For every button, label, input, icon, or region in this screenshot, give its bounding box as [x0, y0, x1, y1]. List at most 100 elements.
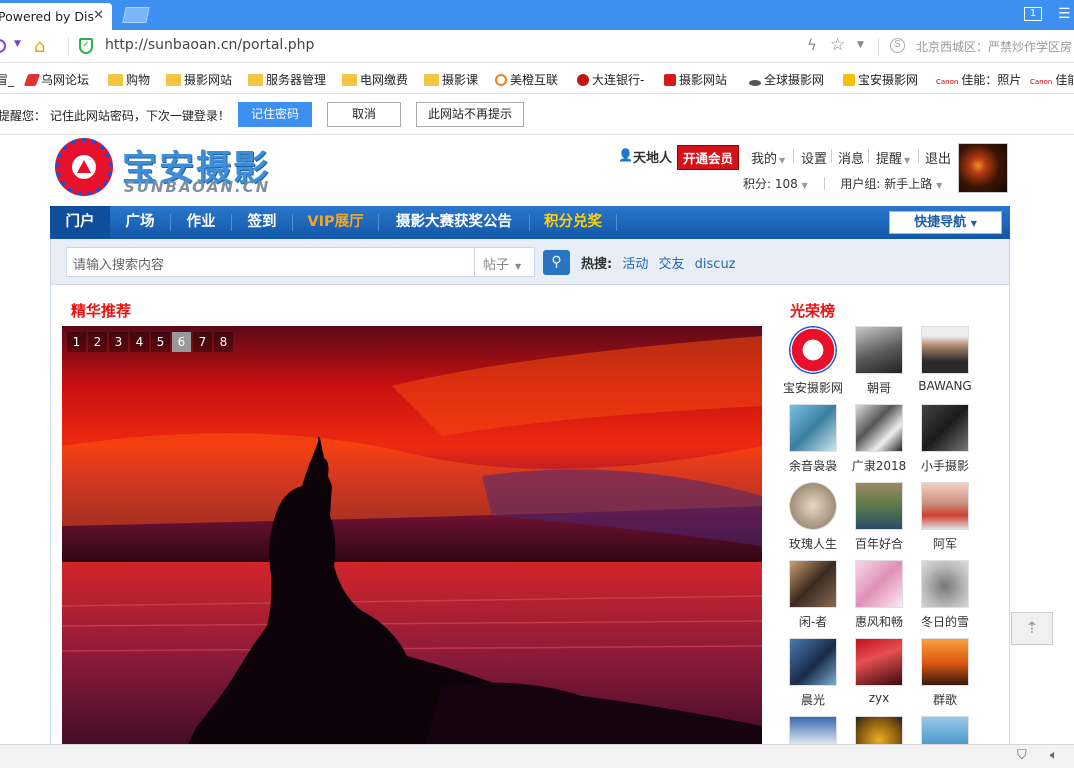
content-area: 精华推荐 1 2 3 4 5 6 7 8 光荣榜 宝安摄影网 朝哥 BAWANG…	[50, 285, 1010, 744]
nav-homework[interactable]: 作业	[171, 206, 231, 239]
search-button[interactable]: ⚲	[543, 250, 570, 275]
honor-member[interactable]	[846, 716, 912, 744]
hot-link[interactable]: 活动	[622, 257, 648, 272]
nav-portal[interactable]: 门户	[50, 206, 110, 239]
bookmark-item[interactable]: 摄影课	[424, 71, 478, 88]
honor-member[interactable]: 闲-者	[780, 560, 846, 630]
vip-button[interactable]: 开通会员	[677, 145, 740, 170]
honor-member[interactable]: 玫瑰人生	[780, 482, 846, 552]
window-count-icon[interactable]: 1	[1024, 7, 1042, 21]
menu-notifications[interactable]: 提醒 ▼	[876, 148, 910, 167]
member-avatar	[921, 560, 969, 608]
new-tab-button[interactable]	[122, 7, 150, 23]
cancel-button[interactable]: 取消	[327, 102, 401, 127]
bookmark-item[interactable]: 宝安摄影网	[843, 71, 918, 88]
search-type-select[interactable]: 帖子 ▼	[474, 247, 535, 277]
bookmark-item[interactable]: Canon佳能	[1030, 71, 1074, 88]
shield-icon[interactable]: ⛉	[1017, 748, 1027, 763]
member-avatar	[921, 326, 969, 374]
bookmark-item[interactable]: 摄影网站	[664, 71, 727, 88]
nav-contest-results[interactable]: 摄影大赛获奖公告	[379, 206, 529, 239]
featured-title: 精华推荐	[71, 302, 132, 320]
slide-page-5[interactable]: 5	[151, 332, 170, 352]
points-link[interactable]: 积分: 108	[743, 177, 798, 191]
password-prompt-bar: 提醒您： 记住此网站密码，下次一键登录！ 记住密码 取消 此网站不再提示	[0, 95, 1074, 135]
featured-photo[interactable]	[62, 326, 762, 744]
url-input[interactable]: http://sunbaoan.cn/portal.php	[105, 37, 314, 53]
bookmark-item[interactable]: 购物	[108, 71, 150, 88]
bookmark-item[interactable]: 电网缴费	[342, 71, 408, 88]
canon-icon: Canon	[936, 78, 959, 86]
honor-member[interactable]: zyx	[846, 638, 912, 705]
user-icon: 👤	[618, 148, 633, 162]
bookmark-item[interactable]: 摄影网站	[166, 71, 232, 88]
menu-messages[interactable]: 消息	[838, 148, 864, 167]
featured-slideshow[interactable]: 1 2 3 4 5 6 7 8	[62, 326, 762, 744]
arrow-up-icon: ⇡	[1025, 618, 1039, 637]
speaker-icon[interactable]: 🔈︎	[1050, 748, 1058, 763]
never-prompt-button[interactable]: 此网站不再提示	[416, 102, 524, 127]
bookmark-item[interactable]: 冒_	[0, 71, 14, 88]
nav-vip-gallery[interactable]: VIP展厅	[293, 206, 378, 239]
slide-page-8[interactable]: 8	[214, 332, 233, 352]
menu-icon[interactable]: ☰	[1058, 6, 1071, 22]
back-to-top-button[interactable]: ⇡	[1011, 612, 1053, 645]
star-icon[interactable]: ☆	[830, 35, 845, 55]
honor-member[interactable]: 朝哥	[846, 326, 912, 396]
menu-logout[interactable]: 退出	[925, 148, 951, 167]
orange-icon	[495, 74, 507, 86]
slide-page-3[interactable]: 3	[109, 332, 128, 352]
menu-settings[interactable]: 设置	[801, 148, 827, 167]
honor-member[interactable]	[912, 716, 978, 744]
home-icon[interactable]: ⌂	[34, 36, 45, 57]
browser-search-input[interactable]: 北京西城区：严禁炒作学区房	[916, 38, 1072, 55]
bookmark-item[interactable]: 服务器管理	[248, 71, 326, 88]
search-engine-icon[interactable]: S	[890, 38, 905, 53]
honor-member[interactable]: 晨光	[780, 638, 846, 708]
nav-checkin[interactable]: 签到	[232, 206, 292, 239]
honor-member[interactable]: 冬日的雪	[912, 560, 978, 630]
profile-icon[interactable]	[0, 39, 6, 53]
honor-member[interactable]: 余音袅袅	[780, 404, 846, 474]
chevron-down-icon[interactable]: ▼	[14, 39, 21, 49]
quick-nav-button[interactable]: 快捷导航 ▼	[889, 211, 1002, 234]
slide-page-2[interactable]: 2	[88, 332, 107, 352]
bookmark-item[interactable]: 全球摄影网	[749, 71, 824, 88]
bookmark-item[interactable]: 乌网论坛	[23, 71, 89, 88]
slide-page-4[interactable]: 4	[130, 332, 149, 352]
honor-title: 光荣榜	[790, 302, 836, 320]
bookmark-item[interactable]: Canon 佳能：照片	[936, 71, 1021, 88]
honor-member[interactable]: 百年好合	[846, 482, 912, 552]
lightning-icon[interactable]: ϟ	[807, 36, 817, 54]
slide-page-7[interactable]: 7	[193, 332, 212, 352]
site-logo-icon[interactable]	[55, 138, 113, 196]
browser-tab[interactable]: Powered by Dis ✕	[0, 3, 112, 30]
close-tab-icon[interactable]: ✕	[93, 8, 104, 23]
bookmark-item[interactable]: 美橙互联	[495, 71, 558, 88]
hot-link[interactable]: discuz	[695, 257, 736, 272]
honor-member[interactable]: 宝安摄影网	[780, 326, 846, 396]
chevron-down-icon[interactable]: ▼	[857, 40, 864, 50]
honor-member[interactable]: 广隶2018	[846, 404, 912, 474]
nav-points-redeem[interactable]: 积分兑奖	[530, 206, 616, 239]
slide-page-1[interactable]: 1	[67, 332, 86, 352]
menu-my[interactable]: 我的 ▼	[751, 148, 785, 167]
bird-icon	[23, 74, 41, 86]
bookmark-item[interactable]: 大连银行-	[577, 71, 644, 88]
honor-member[interactable]: 阿军	[912, 482, 978, 552]
avatar[interactable]	[958, 143, 1008, 193]
honor-member[interactable]: BAWANG	[912, 326, 978, 393]
username-link[interactable]: 天地人	[633, 147, 672, 166]
search-input[interactable]: 请输入搜索内容	[66, 247, 476, 277]
honor-member[interactable]: 群歌	[912, 638, 978, 708]
hot-link[interactable]: 交友	[659, 257, 685, 272]
honor-member[interactable]: 惠风和畅	[846, 560, 912, 630]
save-password-button[interactable]: 记住密码	[238, 102, 312, 127]
user-group-link[interactable]: 用户组: 新手上路	[840, 177, 932, 191]
honor-member[interactable]: 小手摄影	[912, 404, 978, 474]
secure-shield-icon[interactable]: ✓	[79, 38, 93, 54]
slide-page-6[interactable]: 6	[172, 332, 191, 352]
honor-member[interactable]	[780, 716, 846, 744]
nav-square[interactable]: 广场	[110, 206, 170, 239]
chevron-down-icon: ▼	[779, 156, 786, 165]
